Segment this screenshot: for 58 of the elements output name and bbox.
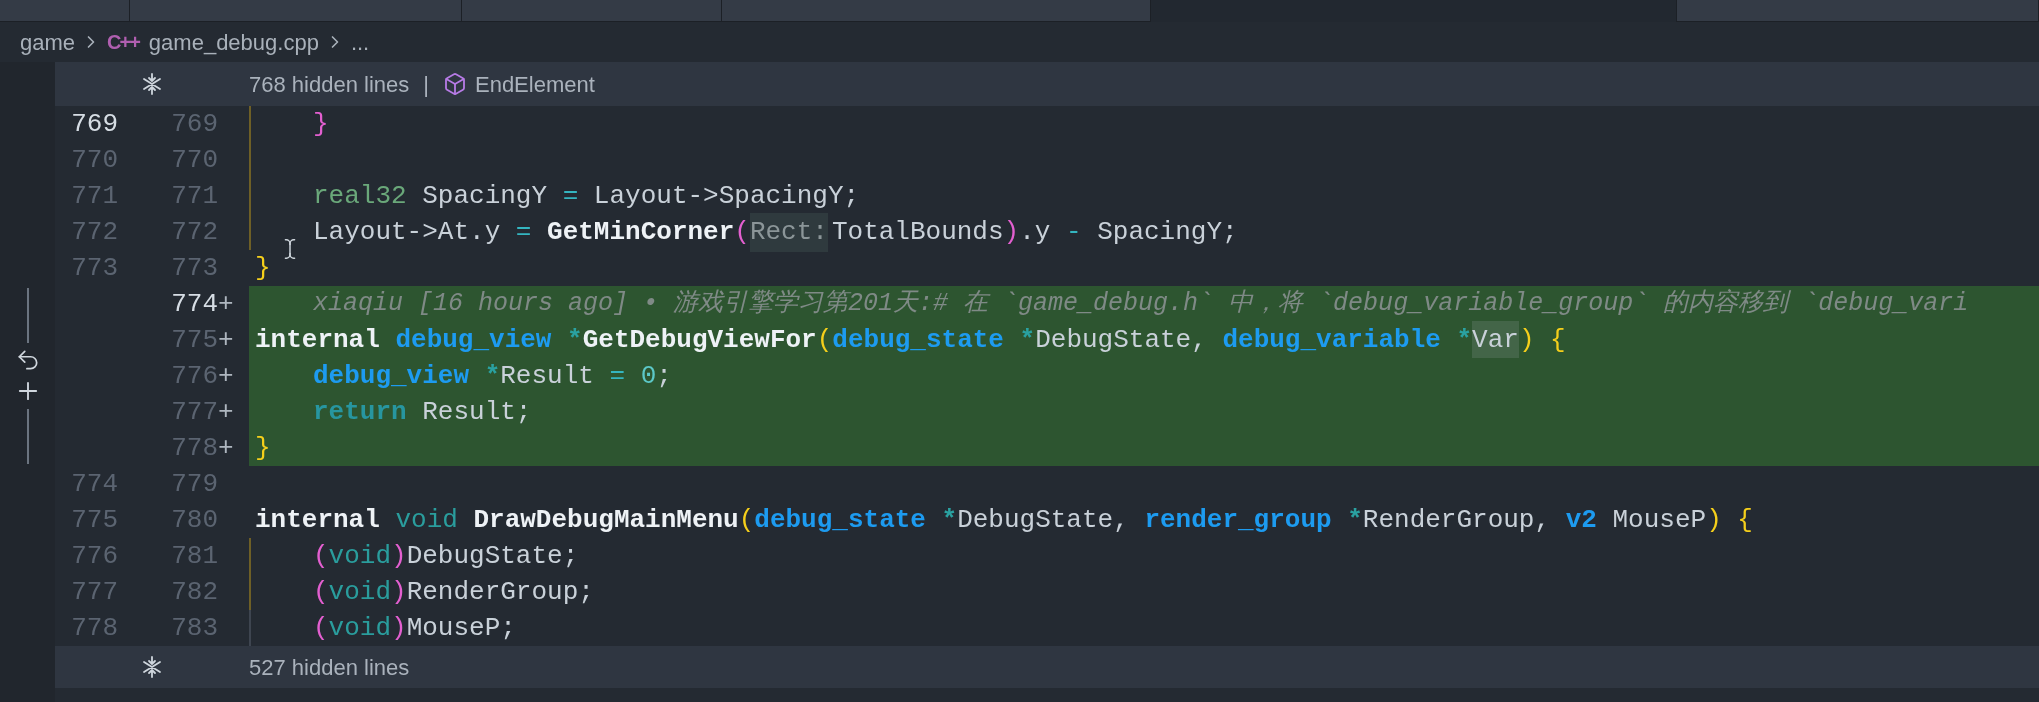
line-number: 770 [71, 143, 118, 177]
line-number: 777 [171, 395, 218, 429]
separator: | [423, 70, 429, 99]
line-number: 777 [71, 575, 118, 609]
diff-bar [26, 288, 29, 343]
added-marker: + [218, 359, 234, 393]
collapse-arrows-icon[interactable] [141, 73, 163, 95]
line-number: 778 [71, 611, 118, 645]
line-number: 769 [171, 107, 218, 141]
collapse-arrows-icon[interactable] [141, 656, 163, 678]
added-marker: + [218, 287, 234, 321]
breadcrumb-item[interactable]: game [20, 25, 76, 59]
line-number: 782 [171, 575, 218, 609]
cube-icon [442, 72, 467, 96]
line-number: 769 [71, 107, 118, 141]
breadcrumb-item[interactable]: game_debug.cpp [148, 25, 319, 59]
editor-tab[interactable] [1151, 0, 1677, 22]
line-number: 775 [71, 503, 118, 537]
line-number: 775 [171, 323, 218, 357]
hidden-lines-bar[interactable]: 527 hidden lines [55, 646, 2039, 688]
line-number: 773 [171, 251, 218, 285]
editor-tab[interactable] [462, 0, 722, 22]
line-number: 773 [71, 251, 118, 285]
cpp-file-icon: C++ [107, 27, 139, 57]
breadcrumb-item[interactable]: ... [350, 25, 370, 59]
line-number: 781 [171, 539, 218, 573]
editor-tab[interactable] [0, 0, 130, 22]
hidden-lines-label: 768 hidden lines [249, 70, 410, 99]
diff-bar [26, 409, 29, 464]
line-number: 774 [171, 287, 218, 321]
line-number: 776 [171, 359, 218, 393]
editor-tab[interactable] [1677, 0, 2039, 22]
code-line: internal void DrawDebugMainMenu(debug_state *DebugState, render_group *RenderGroup, v2 MouseP) { [254, 503, 1754, 537]
line-number: 772 [171, 215, 218, 249]
symbol-name: EndElement [474, 70, 595, 99]
blame-annotation: xiaqiu [16 hours ago] • 游戏引擎学习第201天:# 在 `game_debug.h` 中，将 `debug_variable_group` 的内容移到 `debug_vari [313, 288, 1969, 321]
code-line: (void)DebugState; [249, 538, 2039, 574]
code-line: (void)RenderGroup; [249, 574, 2039, 610]
line-number: 771 [71, 179, 118, 213]
line-number: 772 [71, 215, 118, 249]
line-number: 776 [71, 539, 118, 573]
line-number: 783 [171, 611, 218, 645]
line-number: 771 [171, 179, 218, 213]
line-number: 778 [171, 431, 218, 465]
line-number: 780 [171, 503, 218, 537]
code-line: } [249, 250, 2039, 286]
editor-tab[interactable] [722, 0, 1151, 22]
code-line: Layout->At.y = GetMinCorner(Rect:TotalBounds).y - SpacingY; [249, 214, 2039, 250]
editor-tab[interactable] [130, 0, 462, 22]
hidden-lines-label: 527 hidden lines [249, 653, 410, 682]
added-marker: + [218, 395, 234, 429]
added-marker: + [218, 431, 234, 465]
code-line: } [249, 106, 2039, 142]
line-number: 770 [171, 143, 218, 177]
line-number: 774 [71, 467, 118, 501]
line-number: 779 [171, 467, 218, 501]
added-marker: + [218, 323, 234, 357]
hidden-lines-bar[interactable]: 768 hidden lines | EndElement [55, 62, 2039, 106]
